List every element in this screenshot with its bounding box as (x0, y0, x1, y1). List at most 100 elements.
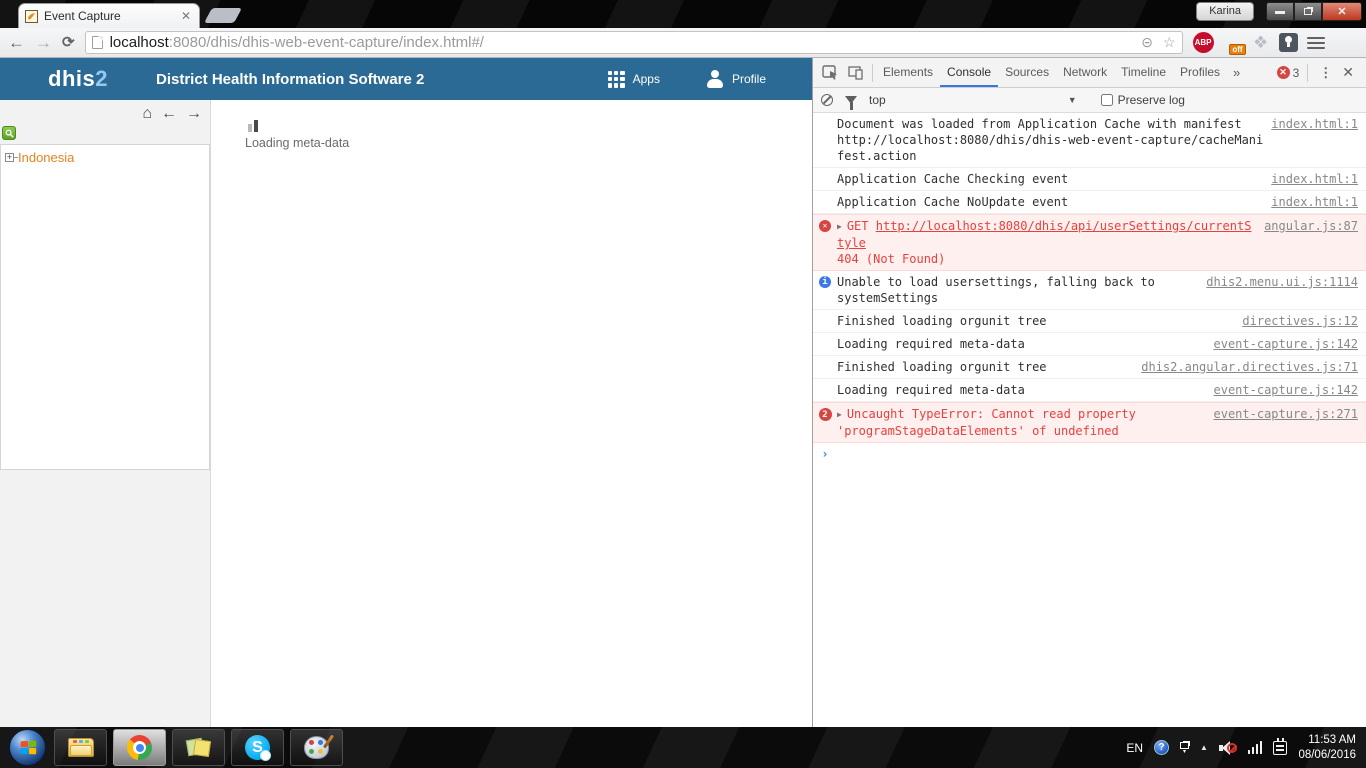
new-tab-button[interactable] (204, 8, 242, 23)
taskbar-sticky-notes-button[interactable] (172, 729, 225, 766)
console-message[interactable]: Loading required meta-data event-capture… (813, 333, 1366, 356)
profile-menu[interactable]: Profile (706, 70, 766, 88)
expand-triangle-icon[interactable]: ▶ (837, 410, 842, 419)
tree-node-indonesia[interactable]: + Indonesia (5, 150, 205, 165)
orgunit-search-button[interactable] (2, 126, 16, 140)
adblock-plus-icon[interactable]: ABP (1193, 32, 1214, 53)
browser-tab[interactable]: Event Capture ✕ (18, 3, 200, 28)
volume-muted-icon[interactable] (1219, 740, 1237, 756)
language-indicator[interactable]: EN (1126, 741, 1143, 755)
home-icon[interactable]: ⌂ (142, 106, 152, 122)
tab-sources[interactable]: Sources (998, 58, 1056, 87)
error-icon: ✕ (819, 220, 831, 232)
devtools-menu-icon[interactable]: ⋮ (1311, 65, 1340, 81)
dhis2-logo[interactable]: dhis2 (48, 66, 108, 92)
nav-back-icon[interactable]: ← (161, 106, 177, 122)
tab-profiles[interactable]: Profiles (1173, 58, 1227, 87)
console-message[interactable]: Application Cache NoUpdate event index.h… (813, 191, 1366, 214)
console-message[interactable]: Application Cache Checking event index.h… (813, 168, 1366, 191)
ghostery-icon[interactable]: off (1223, 33, 1243, 53)
tab-elements[interactable]: Elements (876, 58, 940, 87)
sticky-notes-icon (187, 737, 211, 759)
bookmark-star-icon[interactable]: ☆ (1163, 34, 1176, 51)
window-controls: ▬ ✕ (1266, 2, 1362, 21)
clear-console-icon[interactable] (821, 94, 833, 106)
console-prompt[interactable]: › (813, 443, 1366, 464)
back-button[interactable]: ← (8, 34, 25, 51)
close-button[interactable]: ✕ (1322, 2, 1362, 21)
lightbulb-extension-icon[interactable] (1279, 33, 1298, 52)
prompt-chevron-icon: › (813, 447, 837, 461)
preserve-log-checkbox[interactable] (1101, 94, 1113, 106)
source-link[interactable]: index.html:1 (1271, 172, 1358, 186)
dropbox-icon[interactable]: ❖ (1252, 34, 1270, 52)
device-toolbar-icon[interactable] (843, 61, 869, 85)
error-badge-icon: ✕ (1277, 66, 1290, 79)
taskbar-chrome-button[interactable] (113, 729, 166, 766)
forward-button[interactable]: → (35, 34, 52, 51)
start-button[interactable] (9, 729, 46, 766)
help-tray-icon[interactable]: ? (1154, 740, 1169, 755)
system-tray: EN ? ▾ ▲ 11:53 AM 08/06/2016 (1126, 733, 1366, 763)
source-link[interactable]: dhis2.menu.ui.js:1114 (1206, 275, 1358, 289)
reload-button[interactable]: ⟳ (62, 35, 75, 50)
main-panel: Loading meta-data (212, 100, 812, 727)
minimize-button[interactable]: ▬ (1266, 2, 1294, 21)
page-icon[interactable] (92, 36, 103, 49)
source-link[interactable]: index.html:1 (1271, 117, 1358, 131)
url-text[interactable]: localhost:8080/dhis/dhis-web-event-captu… (110, 34, 1135, 51)
loading-text: Loading meta-data (245, 136, 349, 150)
extension-icons: ABP off ❖ (1193, 32, 1325, 53)
preserve-log-control: Preserve log (1101, 93, 1185, 107)
orgunit-tree-panel: + Indonesia (0, 144, 210, 470)
browser-profile-button[interactable]: Karina (1196, 2, 1254, 21)
taskbar-skype-button[interactable]: S (231, 729, 284, 766)
taskbar-clock[interactable]: 11:53 AM 08/06/2016 (1298, 733, 1356, 763)
tree-expand-icon[interactable]: + (5, 153, 14, 162)
tab-close-icon[interactable]: ✕ (179, 9, 193, 23)
tab-console[interactable]: Console (940, 58, 998, 87)
chrome-menu-icon[interactable] (1307, 37, 1325, 49)
taskbar-explorer-button[interactable] (54, 729, 107, 766)
network-signal-icon[interactable] (1248, 741, 1263, 754)
source-link[interactable]: dhis2.angular.directives.js:71 (1141, 360, 1358, 374)
context-dropdown-icon[interactable]: ▼ (1068, 95, 1077, 105)
apps-menu[interactable]: Apps (608, 71, 660, 88)
error-counter[interactable]: ✕ 3 (1272, 66, 1305, 80)
console-message[interactable]: Finished loading orgunit tree directives… (813, 310, 1366, 333)
console-info-message[interactable]: i Unable to load usersettings, falling b… (813, 271, 1366, 310)
source-link[interactable]: directives.js:12 (1242, 314, 1358, 328)
more-tabs-icon[interactable]: » (1227, 65, 1246, 80)
console-message[interactable]: Loading required meta-data event-capture… (813, 379, 1366, 402)
restore-button[interactable] (1294, 2, 1322, 21)
source-link[interactable]: index.html:1 (1271, 195, 1358, 209)
console-error-message[interactable]: ✕ ▶GET http://localhost:8080/dhis/api/us… (813, 214, 1366, 271)
console-error-message[interactable]: 2 ▶Uncaught TypeError: Cannot read prope… (813, 402, 1366, 443)
source-link[interactable]: event-capture.js:142 (1214, 383, 1359, 397)
apps-grid-icon (608, 71, 625, 88)
tree-node-label[interactable]: Indonesia (18, 150, 74, 165)
windows-update-tray-icon[interactable]: ▾ (1180, 742, 1189, 754)
expand-triangle-icon[interactable]: ▶ (837, 222, 842, 231)
app-title: District Health Information Software 2 (156, 71, 608, 88)
devtools-close-icon[interactable]: ✕ (1340, 64, 1362, 81)
console-message[interactable]: Finished loading orgunit tree dhis2.angu… (813, 356, 1366, 379)
power-plug-icon[interactable] (1273, 741, 1287, 755)
inspect-element-icon[interactable] (817, 61, 843, 85)
show-hidden-icons[interactable]: ▲ (1200, 743, 1208, 752)
source-link[interactable]: angular.js:87 (1264, 219, 1358, 233)
nav-forward-icon[interactable]: → (186, 106, 202, 122)
console-message[interactable]: Document was loaded from Application Cac… (813, 113, 1366, 168)
taskbar-paint-button[interactable] (290, 729, 343, 766)
chrome-icon (127, 735, 152, 760)
address-bar[interactable]: localhost:8080/dhis/dhis-web-event-captu… (85, 31, 1183, 54)
tab-timeline[interactable]: Timeline (1114, 58, 1173, 87)
loading-spinner-icon (248, 120, 349, 132)
source-link[interactable]: event-capture.js:142 (1214, 337, 1359, 351)
execution-context-select[interactable]: top (869, 93, 886, 107)
filter-icon[interactable] (845, 96, 857, 104)
tab-network[interactable]: Network (1056, 58, 1114, 87)
failed-request-link[interactable]: http://localhost:8080/dhis/api/userSetti… (837, 219, 1251, 250)
source-link[interactable]: event-capture.js:271 (1214, 407, 1359, 421)
zoom-out-icon[interactable]: ⊝ (1141, 34, 1153, 51)
